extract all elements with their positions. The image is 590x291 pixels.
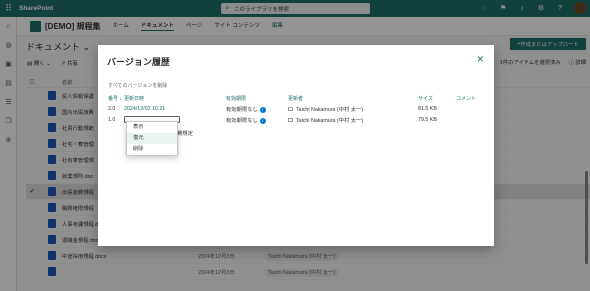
delete-all-versions-link[interactable]: すべてのバージョンを削除	[108, 82, 167, 89]
menu-item-view[interactable]: 表示	[127, 122, 177, 133]
version-number: 2.0	[108, 106, 116, 112]
col-date: 更新日時	[124, 96, 145, 102]
version-size: 81.5 KB	[418, 106, 437, 112]
col-comment: コメント	[456, 96, 477, 102]
menu-item-restore[interactable]: 復元	[127, 133, 177, 144]
version-date-link[interactable]: 2024/12/03 10:21	[124, 106, 226, 112]
col-expiry: 有効期限	[226, 96, 247, 102]
version-table-header: 番号 ↓ 更新日時 有効期限 更新者 サイズ コメント	[108, 95, 496, 102]
version-context-menu: 表示 復元 削除	[126, 121, 178, 156]
sort-down-icon: ↓	[119, 96, 122, 102]
row-trailing-text: 費規定	[177, 131, 193, 137]
version-number: 1.0	[108, 117, 116, 123]
version-expiry: 有効期限なし i	[226, 116, 288, 124]
version-modified-by: Taichi Nakamura (中村 太一)	[288, 105, 418, 113]
col-number: 番号 ↓	[108, 96, 122, 102]
version-expiry: 有効期限なし i	[226, 105, 288, 113]
info-icon[interactable]: i	[259, 107, 266, 113]
version-size: 79.5 KB	[418, 117, 437, 123]
menu-item-delete[interactable]: 削除	[127, 144, 177, 155]
col-modified-by: 更新者	[288, 96, 304, 102]
info-icon[interactable]: i	[259, 118, 266, 124]
person-icon	[288, 118, 293, 122]
version-modified-by: Taichi Nakamura (中村 太一)	[288, 116, 418, 124]
col-size: サイズ	[418, 96, 433, 102]
close-icon[interactable]: ✕	[476, 54, 484, 65]
version-row: 2.0 2024/12/03 10:21 有効期限なし i Taichi Naka…	[108, 104, 496, 114]
dialog-title: バージョン履歴	[107, 57, 170, 67]
person-icon	[288, 107, 293, 111]
